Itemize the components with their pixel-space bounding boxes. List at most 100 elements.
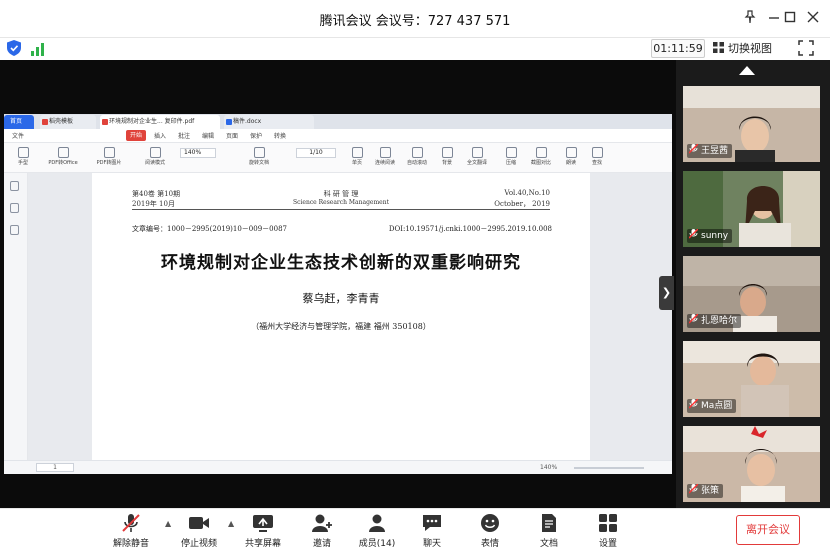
paper-affiliation: （福州大学经济与管理学院，福建 福州 350108） <box>251 322 431 331</box>
mic-muted-icon <box>122 514 140 532</box>
zoom-slider[interactable] <box>574 467 644 469</box>
document-icon <box>542 514 556 532</box>
bookmark-icon[interactable] <box>10 203 19 213</box>
settings-grid-icon <box>599 514 617 532</box>
menu-comment[interactable]: 批注 <box>178 131 190 140</box>
share-screen-label: 共享屏幕 <box>244 539 281 549</box>
bottom-zoom-label[interactable]: 140% <box>540 464 557 471</box>
hand-tool-button[interactable]: 手型 <box>10 145 36 171</box>
participant-name: sunny <box>687 229 733 243</box>
menu-convert[interactable]: 转换 <box>274 131 286 140</box>
pdf-to-image-button[interactable]: PDF转图片 <box>96 145 122 171</box>
shared-pdf-viewer[interactable]: 首页 稻壳模板 环境规制对企业生... 复印件.pdf 稿件.docx 文件 开… <box>4 114 672 474</box>
paper-title: 环境规制对企业生态技术创新的双重影响研究 <box>161 253 521 273</box>
rotate-label: 旋转文档 <box>248 160 269 166</box>
tab-docx-label: 稿件.docx <box>233 118 262 125</box>
journal-date-en: October， 2019 <box>494 200 550 208</box>
documents-label: 文档 <box>539 539 558 549</box>
screenshot-compare-button[interactable]: 截图对比 <box>528 145 554 171</box>
meeting-timer: 01:11:59 <box>651 39 705 58</box>
mic-muted-icon <box>689 399 698 409</box>
settings-button[interactable]: 设置 <box>584 513 632 549</box>
stop-video-button[interactable]: 停止视频 <box>175 513 223 549</box>
participant-video-tile[interactable]: 扎恩哈尔 <box>683 256 820 332</box>
security-shield-icon[interactable] <box>7 40 21 56</box>
reaction-label: 表情 <box>480 539 499 549</box>
continuous-read-button[interactable]: 连续阅读 <box>372 145 398 171</box>
pdf-file-icon <box>102 119 108 125</box>
article-number: 文章编号：1000－2995(2019)10－009－0087 <box>132 225 287 233</box>
share-screen-icon <box>253 515 273 532</box>
unmute-label: 解除静音 <box>112 539 149 549</box>
switch-view-button[interactable]: 切换视图 <box>713 39 783 58</box>
translate-button[interactable]: 全文翻译 <box>464 145 490 171</box>
image-icon <box>103 147 115 158</box>
document-status-bar: 1 140% <box>4 460 672 474</box>
participant-name: Ma点圆 <box>687 399 737 413</box>
scissors-icon <box>535 147 547 158</box>
pdf-to-office-label: PDF转Office <box>48 160 78 166</box>
participant-name-label: 王昱茜 <box>701 146 729 156</box>
single-page-icon <box>351 147 363 158</box>
network-signal-icon[interactable] <box>31 41 45 56</box>
zoom-select[interactable]: 140% <box>180 148 216 158</box>
participant-video-tile[interactable]: 王昱茜 <box>683 86 820 162</box>
participant-video-tile[interactable]: Ma点圆 <box>683 341 820 417</box>
share-screen-button[interactable]: 共享屏幕 <box>239 513 287 549</box>
word-file-icon <box>226 119 232 125</box>
pin-icon[interactable] <box>740 9 760 29</box>
single-page-button[interactable]: 单页 <box>344 145 370 171</box>
members-button[interactable]: 成员(14) <box>353 513 401 549</box>
template-icon <box>42 119 48 125</box>
participant-name-label: sunny <box>701 231 729 241</box>
background-button[interactable]: 背景 <box>434 145 460 171</box>
read-mode-button[interactable]: 阅读模式 <box>142 145 168 171</box>
article-doi: DOI:10.19571/j.cnki.1000－2995.2019.10.00… <box>388 225 552 233</box>
tab-docx[interactable]: 稿件.docx <box>224 115 314 129</box>
menu-file[interactable]: 文件 <box>12 131 24 140</box>
invite-button[interactable]: 邀请 <box>298 513 346 549</box>
document-toolbar: 手型 PDF转Office PDF转图片 阅读模式 140% 旋转文档 1/10… <box>4 143 672 173</box>
leave-meeting-button[interactable]: 离开会议 <box>736 515 800 545</box>
video-options-caret-icon[interactable]: ▲ <box>228 519 234 528</box>
thumbnail-icon[interactable] <box>10 181 19 191</box>
rotate-icon <box>253 147 265 158</box>
find-button[interactable]: 查找 <box>584 145 610 171</box>
menu-start[interactable]: 开始 <box>126 130 147 141</box>
chat-button[interactable]: 聊天 <box>408 513 456 549</box>
switch-view-label: 切换视图 <box>728 42 772 55</box>
menu-page[interactable]: 页面 <box>226 131 238 140</box>
participant-name: 张策 <box>687 484 724 498</box>
compress-button[interactable]: 压缩 <box>498 145 524 171</box>
maximize-icon[interactable] <box>780 9 800 29</box>
members-label: 成员(14) <box>358 539 396 549</box>
close-icon[interactable] <box>803 9 823 29</box>
stop-video-label: 停止视频 <box>180 539 217 549</box>
menu-edit[interactable]: 编辑 <box>202 131 214 140</box>
auto-scroll-button[interactable]: 自动滚动 <box>404 145 430 171</box>
tab-home[interactable]: 首页 <box>4 115 34 129</box>
comment-icon[interactable] <box>10 225 19 235</box>
pdf-to-office-button[interactable]: PDF转Office <box>48 145 78 171</box>
add-user-icon <box>312 514 332 532</box>
settings-label: 设置 <box>598 539 617 549</box>
unmute-button[interactable]: 解除静音 <box>107 513 155 549</box>
read-aloud-button[interactable]: 朗读 <box>558 145 584 171</box>
documents-button[interactable]: 文档 <box>525 513 573 549</box>
tab-pdf[interactable]: 环境规制对企业生... 复印件.pdf <box>100 115 220 129</box>
tab-template[interactable]: 稻壳模板 <box>40 115 96 129</box>
collapse-sidebar-button[interactable]: ❯ <box>659 276 674 310</box>
participant-video-tile[interactable]: 张策 <box>683 426 820 502</box>
page-number-input[interactable]: 1/10 <box>296 148 336 158</box>
bottom-page-input[interactable]: 1 <box>36 463 74 472</box>
fullscreen-icon[interactable] <box>798 40 814 56</box>
menu-insert[interactable]: 插入 <box>154 131 166 140</box>
audio-options-caret-icon[interactable]: ▲ <box>165 519 171 528</box>
document-left-rail <box>4 173 28 460</box>
rotate-button[interactable]: 旋转文档 <box>246 145 272 171</box>
menu-protect[interactable]: 保护 <box>250 131 262 140</box>
participant-video-tile[interactable]: sunny <box>683 171 820 247</box>
reaction-button[interactable]: 表情 <box>466 513 514 549</box>
scroll-up-arrow-icon[interactable] <box>739 66 755 75</box>
tab-template-label: 稻壳模板 <box>49 118 74 125</box>
